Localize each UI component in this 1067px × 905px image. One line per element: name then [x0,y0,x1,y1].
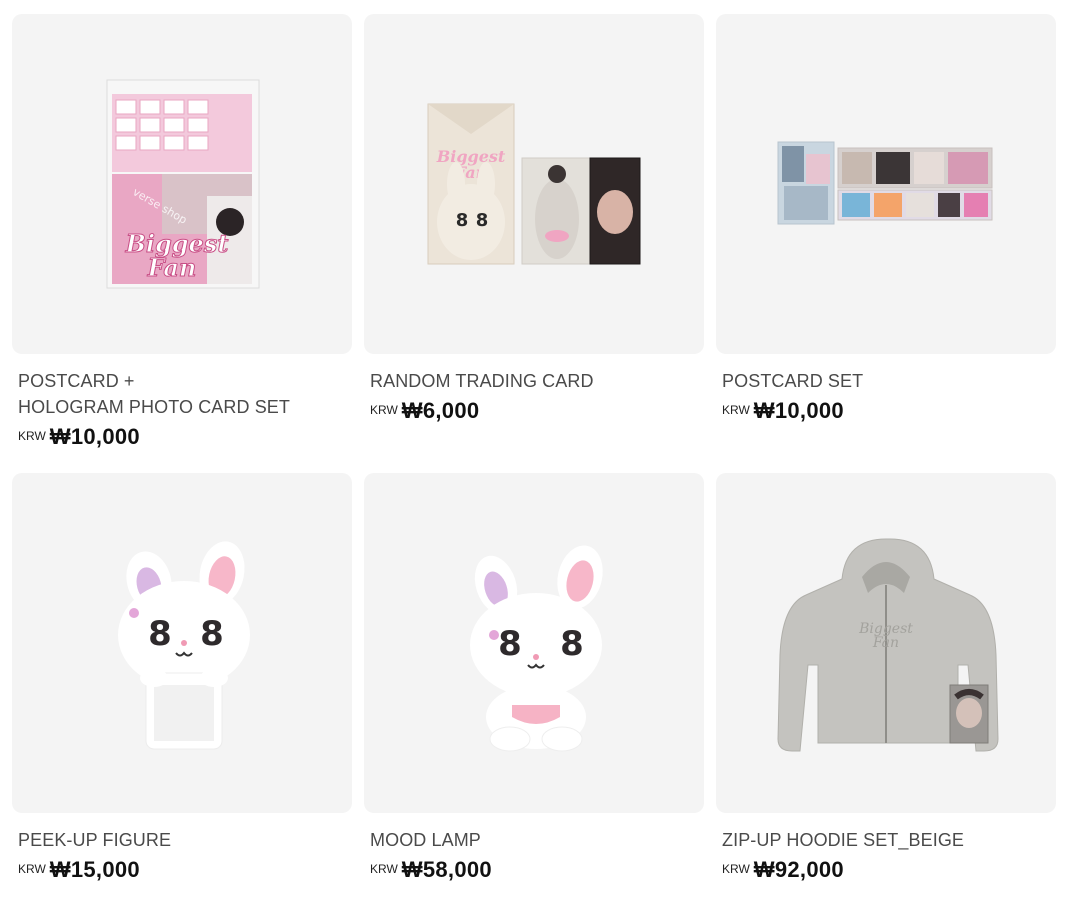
peek-up-figure-image: 8 8 [118,541,250,750]
product-price: KRW ₩58,000 [370,857,492,883]
svg-text:Fan: Fan [147,253,197,282]
product-name[interactable]: ZIP-UP HOODIE SET_BEIGE [722,827,1052,853]
product-image-zip-up-hoodie[interactable]: Biggest Fan [716,473,1056,813]
product-image-postcard-set[interactable] [716,14,1056,354]
price-amount: ₩6,000 [401,398,480,423]
currency-label: KRW [722,862,750,876]
svg-text:Fan: Fan [872,635,899,651]
currency-label: KRW [370,403,398,417]
product-name[interactable]: POSTCARD + HOLOGRAM PHOTO CARD SET [18,368,348,420]
product-name[interactable]: POSTCARD SET [722,368,1052,394]
product-price: KRW ₩10,000 [18,424,140,450]
product-name[interactable]: PEEK-UP FIGURE [18,827,348,853]
svg-text:8: 8 [498,624,522,664]
currency-label: KRW [18,429,46,443]
postcard-set-image [777,141,993,225]
product-price: KRW ₩10,000 [722,398,844,424]
product-image-trading-card[interactable]: Biggest Fan 8 8 [364,14,704,354]
price-amount: ₩10,000 [49,424,140,449]
price-amount: ₩92,000 [753,857,844,882]
product-price: KRW ₩92,000 [722,857,844,883]
price-amount: ₩58,000 [401,857,492,882]
product-name[interactable]: RANDOM TRADING CARD [370,368,700,394]
svg-text:8: 8 [560,624,584,664]
trading-card-image: Biggest Fan 8 8 [427,103,641,265]
product-image-mood-lamp[interactable]: 8 8 [364,473,704,813]
postcard-hologram-set-image: Biggest Fan verse shop [106,79,260,289]
product-name[interactable]: MOOD LAMP [370,827,700,853]
currency-label: KRW [18,862,46,876]
zip-up-hoodie-image: Biggest Fan [777,538,999,752]
svg-text:8: 8 [476,210,489,231]
price-amount: ₩10,000 [753,398,844,423]
product-image-peek-up-figure[interactable]: 8 8 [12,473,352,813]
currency-label: KRW [370,862,398,876]
svg-text:8: 8 [456,210,469,231]
svg-text:8: 8 [148,614,172,654]
product-price: KRW ₩15,000 [18,857,140,883]
price-amount: ₩15,000 [49,857,140,882]
svg-text:8: 8 [200,614,224,654]
currency-label: KRW [722,403,750,417]
product-price: KRW ₩6,000 [370,398,479,424]
product-image-postcard-hologram[interactable]: Biggest Fan verse shop [12,14,352,354]
mood-lamp-image: 8 8 [470,545,603,752]
